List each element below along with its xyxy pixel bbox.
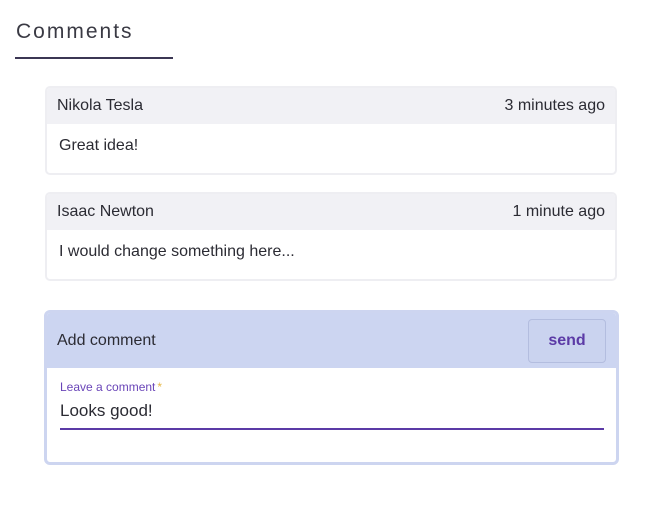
- comment-input[interactable]: [60, 395, 604, 430]
- comment-text: I would change something here...: [59, 243, 295, 260]
- comment-header: Isaac Newton 1 minute ago: [47, 194, 615, 230]
- add-comment-card: Add comment send Leave a comment *: [44, 310, 619, 465]
- comment-card: Nikola Tesla 3 minutes ago Great idea!: [45, 86, 617, 175]
- add-comment-header: Add comment send: [47, 313, 616, 368]
- comment-header: Nikola Tesla 3 minutes ago: [47, 88, 615, 124]
- comment-time: 3 minutes ago: [504, 97, 605, 114]
- section-title: Comments: [16, 20, 134, 43]
- comment-time: 1 minute ago: [512, 203, 605, 220]
- comment-field-label: Leave a comment *: [60, 379, 604, 395]
- comment-text: Great idea!: [59, 137, 139, 154]
- send-button[interactable]: send: [528, 318, 606, 363]
- comment-field: Leave a comment *: [60, 379, 604, 430]
- comment-author: Isaac Newton: [57, 203, 154, 220]
- comment-card: Isaac Newton 1 minute ago I would change…: [45, 192, 617, 281]
- comment-field-label-text: Leave a comment: [60, 380, 156, 394]
- required-mark: *: [157, 380, 163, 394]
- comment-author: Nikola Tesla: [57, 97, 143, 114]
- add-comment-title: Add comment: [57, 331, 156, 349]
- section-underline: [15, 57, 173, 59]
- comments-page: Comments Nikola Tesla 3 minutes ago Grea…: [0, 0, 650, 520]
